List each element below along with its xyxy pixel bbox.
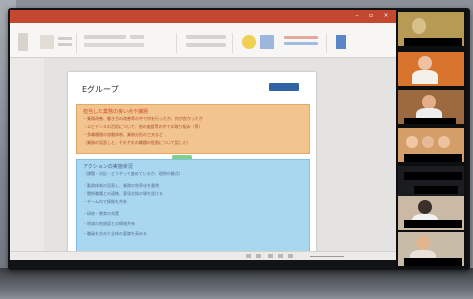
blue-box-line: ・研修・教育の充実: [83, 211, 119, 216]
slide-title: Eグループ: [82, 85, 119, 94]
status-bar: [10, 251, 396, 260]
blue-box-line: （課題・対応・どうやって進めているか、理想の観点）: [83, 171, 183, 176]
blue-box-line: ・勤務体制の見直し、業務の効率化を重視: [83, 183, 159, 188]
name-redaction-bar: [404, 38, 462, 46]
ribbon-group-slides: [36, 33, 77, 53]
zoom-slider[interactable]: [310, 256, 344, 257]
participant-tile[interactable]: [398, 90, 464, 124]
powerpoint-window: – ▫ × Eグループ 担当した業務の良い点や課題 ・業務改善、働き方の改善等の…: [10, 10, 396, 260]
title-bar: – ▫ ×: [10, 10, 396, 23]
participant-tile[interactable]: [398, 232, 464, 266]
name-redaction-bar: [404, 220, 462, 228]
participant-tile[interactable]: [398, 52, 464, 86]
orange-box-line: ・エビデンスの活用について、他の施設等の中での取り組み（等）: [83, 124, 203, 129]
blue-box-line: ・チーム内で情報を共有: [83, 199, 127, 204]
editing-icon[interactable]: [336, 35, 346, 49]
arrange-icon[interactable]: [260, 35, 274, 49]
maximize-icon[interactable]: ▫: [366, 12, 376, 20]
ribbon: [10, 23, 396, 58]
participant-tile[interactable]: [398, 128, 464, 162]
desk-surface: [0, 268, 473, 299]
minimize-icon[interactable]: –: [352, 12, 362, 20]
blue-box-line: ・職員を含めた全体の意識を高める: [83, 231, 147, 236]
participants-panel: [396, 10, 468, 268]
slide-thumbnails-panel[interactable]: [10, 58, 44, 251]
blue-box-line: ・関係職種との連携、意見交換の場を設ける: [83, 191, 163, 196]
paste-icon[interactable]: [18, 33, 28, 51]
reading-view-icon[interactable]: [288, 254, 293, 258]
ribbon-group-drawing: [280, 33, 327, 53]
orange-box-line: ・業務改善、働き方の改善等の中で何を行ったか、何が良かったか: [83, 116, 203, 121]
ribbon-group-font: [80, 33, 177, 53]
participant-tile[interactable]: [398, 166, 464, 200]
close-icon[interactable]: ×: [381, 12, 391, 20]
ribbon-group-paragraph: [182, 33, 233, 53]
current-slide[interactable]: Eグループ 担当した業務の良い点や課題 ・業務改善、働き方の改善等の中で何を行っ…: [68, 72, 316, 254]
blue-box-heading: アクションの実施状況: [83, 164, 133, 170]
participant-tile[interactable]: [398, 196, 464, 230]
blue-content-box: アクションの実施状況 （課題・対応・どうやって進めているか、理想の観点） ・勤務…: [76, 159, 310, 254]
orange-content-box: 担当した業務の良い点や課題 ・業務改善、働き方の改善等の中で何を行ったか、何が良…: [76, 104, 310, 154]
comments-icon[interactable]: [256, 254, 261, 258]
slide-badge: [269, 83, 299, 91]
name-redaction-bar: [414, 186, 458, 194]
orange-box-line: （業務の見直しと、それぞれの職種の役割について話した）: [83, 140, 191, 145]
notes-icon[interactable]: [246, 254, 251, 258]
orange-box-line: ・多職種間の協働体制、業務分担の工夫など: [83, 132, 163, 137]
name-redaction-bar: [404, 154, 462, 162]
name-redaction-bar: [404, 258, 462, 266]
shapes-icon[interactable]: [242, 35, 256, 49]
normal-view-icon[interactable]: [268, 254, 273, 258]
name-redaction-bar: [404, 172, 462, 180]
orange-box-heading: 担当した業務の良い点や課題: [83, 109, 149, 115]
blue-box-line: ・地域の他施設との情報共有: [83, 221, 135, 226]
name-redaction-bar: [404, 118, 456, 124]
sorter-view-icon[interactable]: [278, 254, 283, 258]
participant-tile[interactable]: [398, 12, 464, 46]
